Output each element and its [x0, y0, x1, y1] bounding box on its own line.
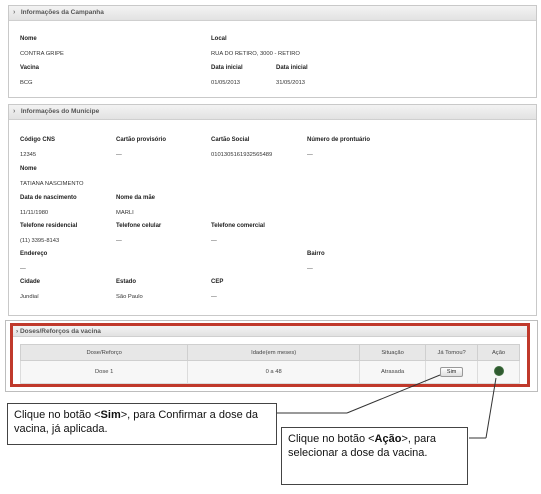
callout-sim-prefix: Clique no botão < — [14, 409, 101, 421]
label-nome: Nome — [20, 166, 37, 172]
label-nome: Nome — [20, 36, 37, 42]
label-cns: Código CNS — [20, 137, 55, 143]
value-telefone-residencial: (11) 3395-8143 — [20, 238, 60, 244]
callout-sim: Clique no botão <Sim>, para Confirmar a … — [7, 403, 277, 445]
label-nome-mae: Nome da mãe — [116, 195, 156, 201]
doses-title: Doses/Reforços da vacina — [19, 328, 101, 335]
label-cidade: Cidade — [20, 279, 41, 285]
col-dose-reforco: Dose/Reforço — [19, 344, 189, 361]
value-cartao-social: 0101305161932565489 — [211, 152, 273, 158]
cell-acao — [477, 360, 520, 384]
value-data-final: 31/05/2013 — [276, 80, 306, 86]
value-bairro: — — [307, 266, 313, 272]
citizen-info-header[interactable]: › Informações do Munícipe — [9, 105, 536, 120]
label-data-inicial: Data inicial — [211, 65, 243, 71]
label-telefone-celular: Telefone celular — [116, 223, 162, 229]
col-idade: Idade(em meses) — [187, 344, 360, 361]
col-acao: Ação — [477, 344, 520, 361]
label-endereco: Endereço — [20, 251, 48, 257]
campaign-info-header[interactable]: › Informações da Campanha — [9, 6, 536, 21]
label-data-final: Data inicial — [276, 65, 308, 71]
cell-situacao: Atrasada — [358, 360, 427, 384]
label-vacina: Vacina — [20, 65, 40, 71]
label-local: Local — [211, 36, 227, 42]
value-local: RUA DO RETIRO, 3000 - RETIRO — [211, 51, 300, 57]
chevron-right-icon: › — [13, 108, 16, 115]
value-cartao-provisorio: — — [116, 152, 122, 158]
doses-highlight-box: › Doses/Reforços da vacina Dose/Reforço … — [10, 323, 530, 387]
value-cns: 12345 — [20, 152, 37, 158]
value-vacina: BCG — [20, 80, 33, 86]
citizen-info-title: Informações do Munícipe — [20, 108, 100, 115]
value-nome: TATIANA NASCIMENTO — [20, 181, 84, 187]
label-prontuario: Número de prontuário — [307, 137, 371, 143]
label-estado: Estado — [116, 279, 137, 285]
value-telefone-comercial: — — [211, 238, 217, 244]
label-cartao-social: Cartão Social — [211, 137, 250, 143]
label-nascimento: Data de nascimento — [20, 195, 77, 201]
value-nascimento: 11/11/1980 — [20, 210, 49, 216]
citizen-info-panel: › Informações do Munícipe Código CNS 123… — [8, 104, 537, 316]
callout-acao-prefix: Clique no botão < — [288, 433, 375, 445]
value-endereco: — — [20, 266, 26, 272]
col-situacao: Situação — [358, 344, 427, 361]
callout-acao: Clique no botão <Ação>, para selecionar … — [281, 427, 468, 485]
callout-sim-bold: Sim — [100, 409, 121, 421]
table-row: Dose 1 0 a 48 Atrasada Sim — [19, 360, 520, 384]
col-ja-tomou: Já Tomou? — [425, 344, 479, 361]
value-nome-mae: MARLI — [116, 210, 134, 216]
label-telefone-comercial: Telefone comercial — [211, 223, 265, 229]
campaign-info-panel: › Informações da Campanha Nome CONTRA GR… — [8, 5, 537, 98]
chevron-right-icon: › — [13, 9, 16, 16]
value-estado: São Paulo — [116, 294, 143, 300]
value-cep: — — [211, 294, 217, 300]
doses-table-header-row: Dose/Reforço Idade(em meses) Situação Já… — [19, 344, 520, 361]
acao-select-icon[interactable] — [493, 366, 504, 376]
label-telefone-residencial: Telefone residencial — [20, 223, 78, 229]
value-data-inicial: 01/05/2013 — [211, 80, 241, 86]
callout-acao-bold: Ação — [374, 433, 402, 445]
doses-table: Dose/Reforço Idade(em meses) Situação Já… — [19, 344, 520, 384]
label-cartao-provisorio: Cartão provisório — [116, 137, 167, 143]
doses-panel: › Doses/Reforços da vacina Dose/Reforço … — [5, 320, 538, 392]
cell-idade: 0 a 48 — [187, 360, 360, 384]
label-cep: CEP — [211, 279, 224, 285]
value-telefone-celular: — — [116, 238, 122, 244]
cell-dose: Dose 1 — [19, 360, 189, 384]
cell-ja-tomou: Sim — [425, 360, 479, 384]
value-cidade: Jundiaí — [20, 294, 39, 300]
value-nome: CONTRA GRIPE — [20, 51, 64, 57]
campaign-info-title: Informações da Campanha — [20, 9, 104, 16]
label-bairro: Bairro — [307, 251, 325, 257]
doses-header[interactable]: › Doses/Reforços da vacina — [13, 326, 527, 337]
sim-button[interactable]: Sim — [439, 367, 464, 377]
value-prontuario: — — [307, 152, 313, 158]
